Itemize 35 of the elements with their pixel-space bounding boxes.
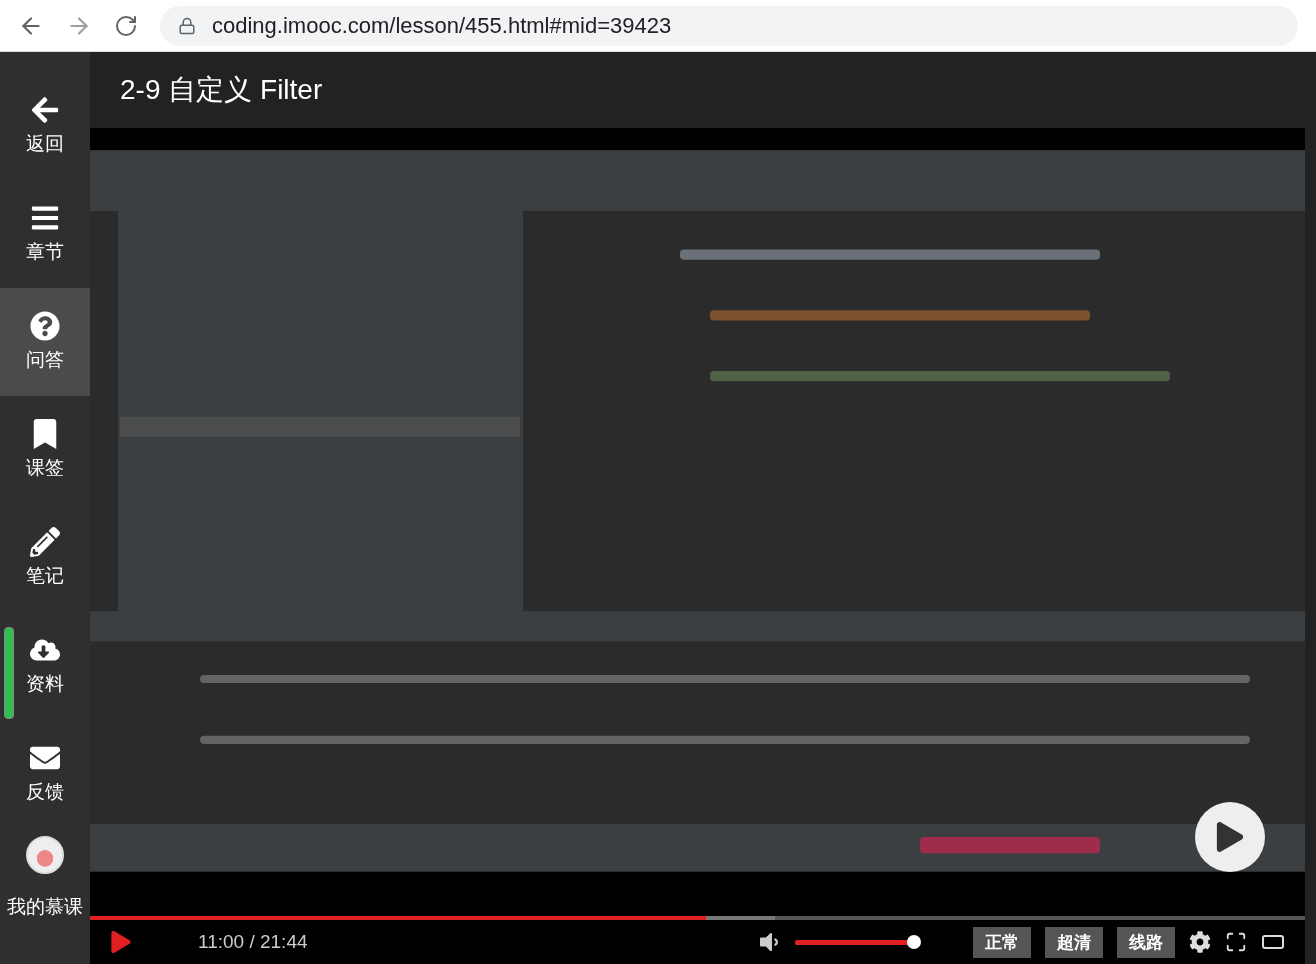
- sidebar-item[interactable]: 问答: [0, 288, 90, 396]
- settings-icon[interactable]: [1189, 931, 1211, 953]
- url-text: coding.imooc.com/lesson/455.html#mid=39423: [212, 12, 672, 39]
- volume-icon[interactable]: [757, 930, 781, 954]
- quality-button[interactable]: 超清: [1045, 926, 1103, 958]
- address-bar[interactable]: coding.imooc.com/lesson/455.html#mid=39423: [160, 5, 1298, 46]
- question-icon: [30, 311, 60, 341]
- sidebar-item[interactable]: 课签: [0, 396, 90, 504]
- play-icon[interactable]: [110, 931, 132, 953]
- sidebar-item[interactable]: 笔记: [0, 504, 90, 612]
- sidebar-item[interactable]: 章节: [0, 180, 90, 288]
- fullscreen-icon[interactable]: [1225, 931, 1247, 953]
- sidebar-label: 课签: [26, 456, 64, 480]
- lock-icon: [178, 16, 196, 35]
- quality-button[interactable]: 线路: [1117, 926, 1175, 958]
- avatar[interactable]: [26, 836, 64, 874]
- profile-label[interactable]: 我的慕课: [7, 894, 83, 920]
- time-display: 11:00 / 21:44: [198, 931, 308, 953]
- quality-button[interactable]: 正常: [973, 926, 1031, 958]
- play-icon: [1215, 822, 1245, 852]
- sidebar-label: 反馈: [26, 780, 64, 804]
- lesson-title: 2-9 自定义 Filter: [119, 73, 324, 107]
- sidebar-label: 返回: [26, 132, 64, 156]
- sidebar-label: 问答: [26, 348, 64, 372]
- sidebar-label: 笔记: [26, 564, 64, 588]
- scroll-bar[interactable]: [4, 627, 14, 719]
- sidebar-item[interactable]: 资料: [0, 612, 90, 720]
- sidebar-item[interactable]: 反馈: [0, 720, 90, 828]
- volume-thumb[interactable]: [906, 934, 921, 949]
- sidebar-label: 章节: [26, 240, 64, 264]
- sidebar-label: 资料: [26, 672, 64, 696]
- pencil-icon: [30, 527, 60, 557]
- sidebar-item[interactable]: 返回: [0, 72, 90, 180]
- reload-icon[interactable]: [114, 13, 138, 38]
- back-arrow-icon: [30, 95, 60, 125]
